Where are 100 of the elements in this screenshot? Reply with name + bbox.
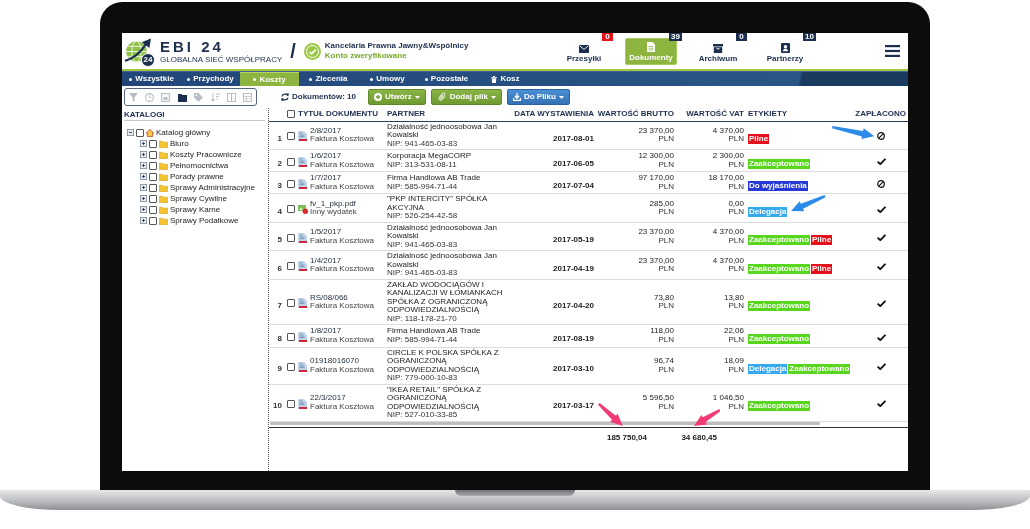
home-icon bbox=[146, 128, 154, 137]
category-tab[interactable]: Wszystkie bbox=[122, 72, 181, 86]
caret-icon bbox=[490, 95, 496, 99]
document-type: Faktura Kosztowa bbox=[310, 135, 376, 144]
collapse-toggle[interactable] bbox=[127, 129, 134, 136]
row-number: 6 bbox=[277, 263, 282, 273]
annotation-arrow bbox=[693, 408, 721, 426]
archive-box-icon bbox=[713, 43, 723, 53]
document-title[interactable]: 1/6/2017 bbox=[310, 152, 386, 161]
column-header: PARTNER bbox=[387, 109, 426, 119]
horizontal-scrollbar[interactable] bbox=[270, 422, 820, 425]
catalog-item[interactable]: Katalog główny bbox=[156, 127, 211, 138]
column-header: WARTOŚĆ VAT bbox=[686, 109, 744, 119]
row-number: 2 bbox=[277, 159, 282, 168]
catalog-item[interactable]: Sprawy Podatkowe bbox=[170, 215, 239, 226]
bullet-icon bbox=[424, 77, 428, 81]
document-title[interactable]: fv_1_pkp.pdf bbox=[310, 199, 386, 209]
checkbox[interactable] bbox=[149, 172, 157, 181]
issue-date: 2017-07-04 bbox=[553, 181, 594, 191]
vat-amount: 18 170,00 bbox=[707, 174, 744, 183]
expand-toggle[interactable] bbox=[140, 162, 147, 169]
caret-icon bbox=[414, 95, 420, 99]
row-number: 10 bbox=[273, 400, 282, 410]
document-type: Faktura Kosztowa bbox=[310, 335, 376, 345]
issue-date: 2017-08-19 bbox=[553, 334, 594, 344]
expand-toggle[interactable] bbox=[140, 173, 147, 180]
document-type: Faktura Kosztowa bbox=[310, 265, 376, 274]
category-tab[interactable]: Zlecenia bbox=[299, 72, 358, 86]
expand-toggle[interactable] bbox=[140, 217, 147, 224]
category-tab[interactable]: Umowy bbox=[358, 72, 417, 86]
checkbox[interactable] bbox=[287, 299, 295, 308]
catalog-item[interactable]: Biuro bbox=[170, 138, 189, 149]
tax-id: NIP: 527-010-33-85 bbox=[387, 411, 458, 420]
label-tag: Pilne bbox=[748, 133, 770, 144]
checkbox[interactable] bbox=[149, 205, 157, 214]
checkbox[interactable] bbox=[287, 233, 295, 242]
checkbox[interactable] bbox=[287, 399, 295, 408]
document-title[interactable]: 1/8/2017 bbox=[310, 327, 386, 336]
plus-circle-icon bbox=[374, 93, 382, 101]
logo-tagline: GLOBALNA SIEĆ WSPÓŁPRACY bbox=[160, 54, 283, 64]
vat-amount: 4 370,00 bbox=[711, 126, 744, 136]
checkbox[interactable] bbox=[149, 161, 157, 170]
label-tag: Zaakceptowano bbox=[788, 363, 851, 374]
folder-icon[interactable] bbox=[177, 92, 187, 102]
document-title[interactable]: 1/5/2017 bbox=[310, 228, 386, 237]
category-tab[interactable]: Kosz bbox=[476, 72, 535, 86]
invoice-file-icon bbox=[298, 398, 307, 409]
expand-toggle[interactable] bbox=[140, 140, 147, 147]
checkbox[interactable] bbox=[287, 110, 295, 119]
document-type: Faktura Kosztowa bbox=[310, 160, 376, 170]
catalog-item[interactable]: Sprawy Karne bbox=[170, 204, 221, 215]
checkbox[interactable] bbox=[149, 150, 157, 159]
document-title[interactable]: 01918016070 bbox=[310, 357, 386, 366]
currency: PLN bbox=[727, 365, 744, 375]
document-title[interactable]: 1/4/2017 bbox=[310, 256, 386, 266]
checkbox[interactable] bbox=[136, 128, 144, 137]
expand-toggle[interactable] bbox=[140, 184, 147, 191]
checkbox[interactable] bbox=[287, 157, 295, 166]
tax-id: NIP: 585-994-71-44 bbox=[387, 335, 459, 345]
document-title[interactable]: 2/8/2017 bbox=[310, 126, 386, 136]
category-tab[interactable]: Pozostałe bbox=[417, 72, 476, 86]
invoice-file-icon bbox=[298, 298, 307, 309]
expand-toggle[interactable] bbox=[140, 206, 147, 213]
bullet-icon bbox=[253, 78, 257, 81]
caret-icon bbox=[558, 95, 564, 99]
checkbox[interactable] bbox=[149, 139, 157, 148]
checkbox[interactable] bbox=[287, 132, 295, 141]
catalog-item[interactable]: Porady prawne bbox=[170, 171, 224, 182]
checkbox[interactable] bbox=[149, 194, 157, 203]
menu-icon[interactable] bbox=[885, 45, 900, 57]
invoice-file-icon bbox=[298, 131, 307, 142]
checkbox[interactable] bbox=[287, 205, 295, 214]
checkbox[interactable] bbox=[287, 333, 295, 342]
catalog-item[interactable]: Sprawy Cywilne bbox=[170, 193, 227, 204]
gross-amount: 285,00 bbox=[648, 199, 674, 209]
refresh-icon[interactable] bbox=[281, 93, 289, 101]
checkbox[interactable] bbox=[287, 262, 295, 271]
document-title[interactable]: 1/7/2017 bbox=[310, 174, 386, 183]
label-tag: Pilne bbox=[811, 263, 833, 274]
tax-id: NIP: 779-000-10-83 bbox=[387, 374, 458, 383]
export-button[interactable]: Do Pliku bbox=[506, 89, 570, 105]
vat-amount: 4 370,00 bbox=[711, 256, 744, 266]
document-type: Faktura Kosztowa bbox=[310, 236, 376, 246]
checkbox[interactable] bbox=[287, 179, 295, 188]
checkbox[interactable] bbox=[149, 183, 157, 192]
expand-toggle[interactable] bbox=[140, 195, 147, 202]
checkbox[interactable] bbox=[287, 362, 295, 371]
gross-amount: 73,80 bbox=[652, 293, 674, 303]
document-title[interactable]: RS/08/066 bbox=[310, 293, 386, 303]
issue-date: 2017-03-17 bbox=[553, 400, 594, 410]
expand-toggle[interactable] bbox=[140, 151, 147, 158]
issue-date: 2017-03-10 bbox=[553, 363, 594, 373]
catalog-item[interactable]: Sprawy Administracyjne bbox=[170, 182, 255, 193]
catalog-item[interactable]: Koszty Pracownicze bbox=[170, 149, 242, 160]
category-tab[interactable]: Przychody bbox=[181, 72, 240, 86]
checkbox[interactable] bbox=[149, 216, 157, 225]
vat-amount: 1 046,50 bbox=[711, 394, 744, 403]
document-title[interactable]: 22/3/2017 bbox=[310, 394, 386, 403]
catalog-item[interactable]: Pełnomocnictwa bbox=[170, 160, 229, 171]
trash-icon bbox=[491, 75, 498, 83]
